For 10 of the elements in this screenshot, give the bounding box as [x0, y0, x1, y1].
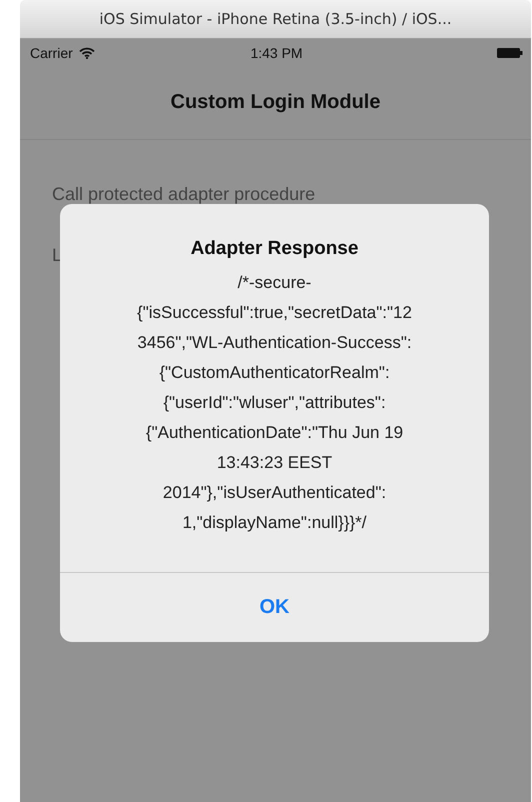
alert-title: Adapter Response: [190, 238, 360, 260]
list-item[interactable]: Call protected adapter procedure: [52, 184, 531, 205]
nav-title: Custom Login Module: [20, 65, 531, 140]
carrier-label: Carrier: [30, 45, 73, 61]
window-title: iOS Simulator - iPhone Retina (3.5-inch) / iOS...: [20, 0, 531, 39]
status-time: 1:43 PM: [250, 45, 303, 61]
battery-icon: [497, 47, 524, 59]
ok-button[interactable]: OK: [60, 572, 489, 642]
alert-message: /*-secure- {"isSuccessful":true,"secretData":"12 3456","WL-Authentication-Success": {"CustomAuthenticatorRealm": {"userId":"wluser","attributes": {"AuthenticationDate":"Thu Jun 19 13:43:23 EEST 2014"},"isUserAuthenticated": 1,"displayName":null}}}*/: [136, 272, 413, 534]
wifi-icon: [78, 47, 95, 59]
